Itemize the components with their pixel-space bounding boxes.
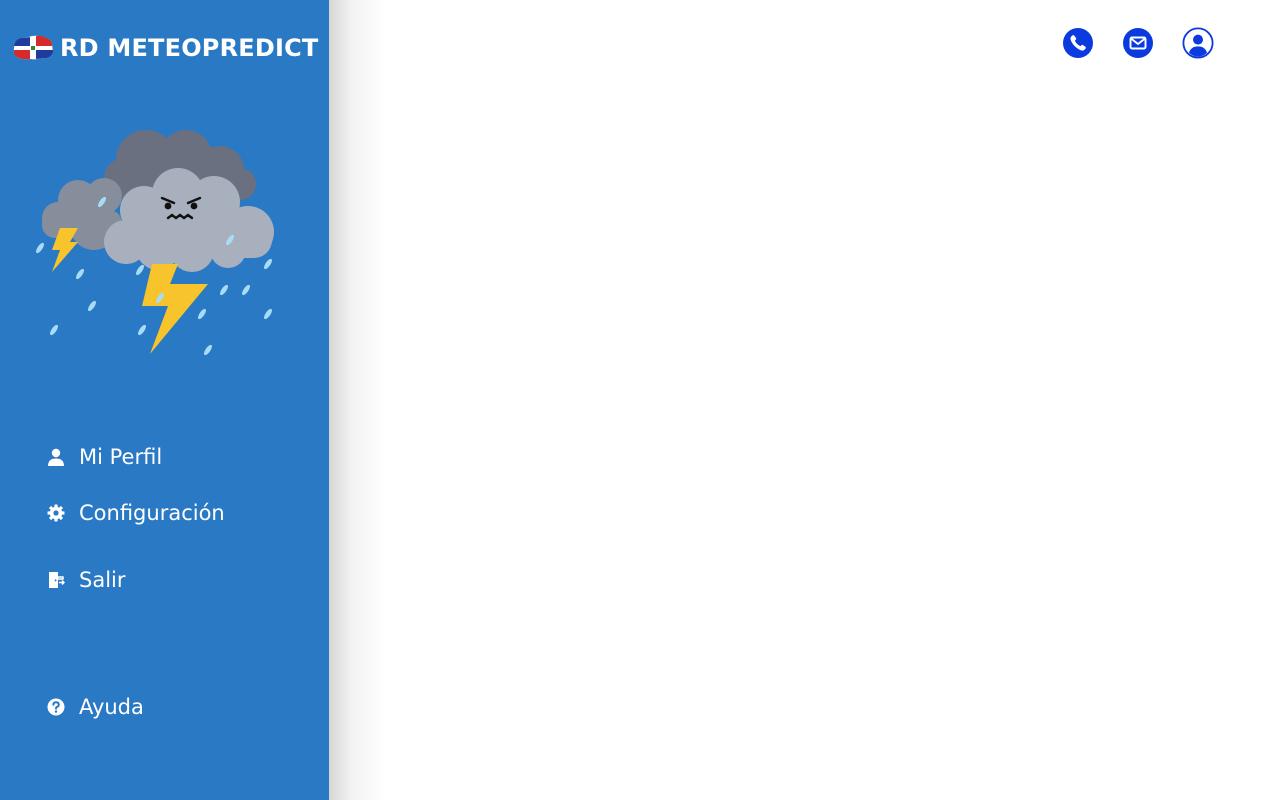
logout-icon [46,570,66,590]
sidebar-item-logout[interactable]: Salir [46,565,126,595]
storm-cloud-icon [36,130,274,356]
app-window: RD METEOPREDICT Mi Perfil Configuración … [0,0,1280,800]
account-icon[interactable] [1182,27,1214,59]
sidebar-item-help[interactable]: Ayuda [46,692,144,722]
main-content [329,0,1280,800]
user-icon [46,447,66,467]
sidebar-item-label: Mi Perfil [79,445,163,469]
brand-name: RD METEOPREDICT [60,34,319,62]
sidebar-item-settings[interactable]: Configuración [46,498,225,528]
gear-icon [46,503,66,523]
sidebar-item-label: Salir [79,568,126,592]
sidebar-shadow [329,0,385,800]
brand-logo[interactable]: RD METEOPREDICT [12,30,319,66]
topbar-actions [1062,27,1214,59]
sidebar: RD METEOPREDICT Mi Perfil Configuración … [0,0,329,800]
mail-icon[interactable] [1122,27,1154,59]
sidebar-item-profile[interactable]: Mi Perfil [46,442,162,472]
help-icon [46,697,66,717]
sidebar-item-label: Ayuda [79,695,144,719]
sidebar-item-label: Configuración [79,501,225,525]
dominican-flag-icon [13,35,54,60]
phone-icon[interactable] [1062,27,1094,59]
